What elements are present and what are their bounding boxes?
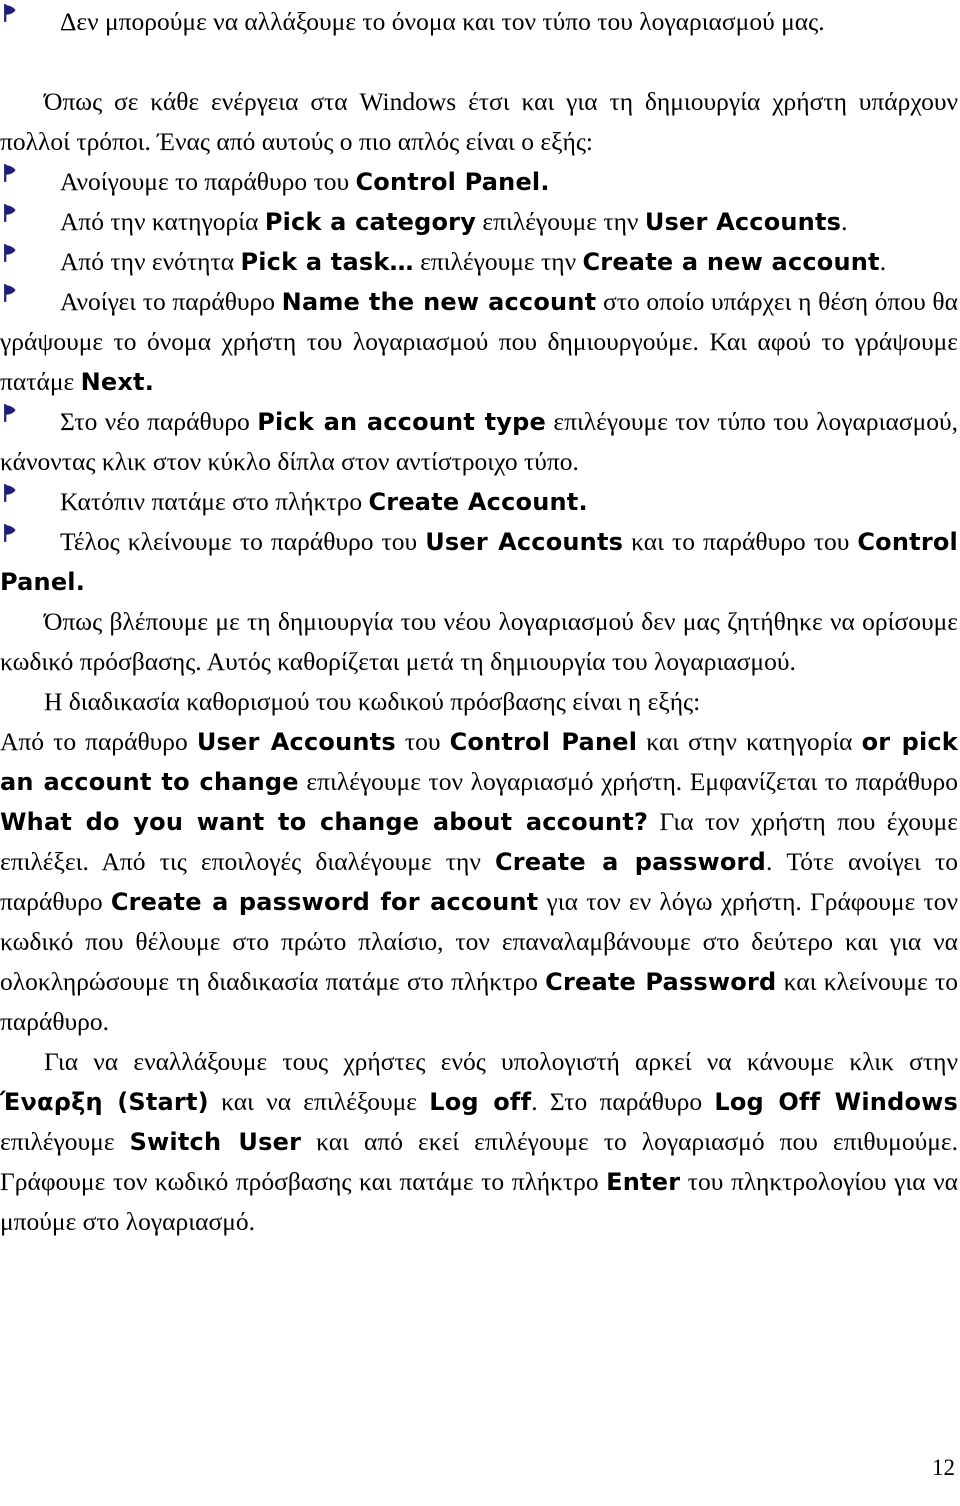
bullet-item-text: Δεν μπορούμε να αλλάξουμε το όνομα και τ… — [0, 2, 958, 42]
body-text-run: Όπως σε κάθε ενέργεια στα Windows έτσι κ… — [0, 87, 958, 156]
page-content: Δεν μπορούμε να αλλάξουμε το όνομα και τ… — [0, 2, 958, 1242]
paragraph: Όπως σε κάθε ενέργεια στα Windows έτσι κ… — [0, 82, 958, 162]
ui-term: Log Off Windows — [714, 1088, 958, 1116]
bullet-list-item: Ανοίγει το παράθυρο Name the new account… — [0, 282, 958, 402]
page-number: 12 — [932, 1455, 955, 1480]
bullet-list-item: Κατόπιν πατάμε στο πλήκτρο Create Accoun… — [0, 482, 958, 522]
bullet-list-item: Από την ενότητα Pick a task… επιλέγουμε … — [0, 242, 958, 282]
body-text-run: Η διαδικασία καθορισμού του κωδικού πρόσ… — [44, 687, 701, 716]
ui-term: Pick a task… — [240, 248, 414, 276]
ui-term: Create a new account — [582, 248, 880, 276]
body-text-run: επιλέγουμε την — [476, 207, 645, 236]
bullet-list-item: Τέλος κλείνουμε το παράθυρο του User Acc… — [0, 522, 958, 602]
paragraph: Για να εναλλάξουμε τους χρήστες ενός υπο… — [0, 1042, 958, 1242]
body-text-run: και να επιλέξουμε — [208, 1087, 430, 1116]
flag-bullet-icon — [1, 282, 19, 304]
body-text-run: Από την κατηγορία — [60, 207, 265, 236]
paragraph: Η διαδικασία καθορισμού του κωδικού πρόσ… — [0, 682, 958, 722]
ui-term: Pick a category — [264, 208, 477, 236]
bullet-list-item: Στο νέο παράθυρο Pick an account type επ… — [0, 402, 958, 482]
body-text-run: Στο νέο παράθυρο — [60, 407, 258, 436]
body-text-run: επιλέγουμε τον λογαριασμό χρήστη. Εμφανί… — [298, 767, 959, 796]
body-text-run: επιλέγουμε την — [413, 247, 583, 276]
body-text-run: επιλέγουμε — [0, 1127, 130, 1156]
body-text-run: Ανοίγουμε το παράθυρο του — [60, 167, 356, 196]
flag-bullet-icon — [1, 242, 19, 264]
ui-term: Next. — [80, 368, 155, 396]
ui-term: User Accounts — [644, 208, 842, 236]
ui-term: Create Password — [545, 968, 777, 996]
ui-term: Name the new account — [281, 288, 597, 316]
document-page: Δεν μπορούμε να αλλάξουμε το όνομα και τ… — [0, 0, 960, 1506]
flag-bullet-icon — [1, 202, 19, 224]
body-text-run: Τέλος κλείνουμε το παράθυρο του — [60, 527, 426, 556]
bullet-item-text: Τέλος κλείνουμε το παράθυρο του User Acc… — [0, 522, 958, 602]
body-text-run: Για να εναλλάξουμε τους χρήστες ενός υπο… — [44, 1047, 958, 1076]
vertical-spacer — [0, 42, 958, 82]
body-text-run: . — [879, 247, 887, 276]
ui-term: What do you want to change about account… — [0, 808, 649, 836]
body-text-run: του — [395, 727, 450, 756]
ui-term: Log off — [429, 1088, 532, 1116]
body-text-run: Από την ενότητα — [60, 247, 241, 276]
body-text-run: Όπως βλέπουμε με τη δημιουργία του νέου … — [0, 607, 958, 676]
flag-bullet-icon — [1, 2, 19, 24]
paragraph: Όπως βλέπουμε με τη δημιουργία του νέου … — [0, 602, 958, 682]
body-text-run: Ανοίγει το παράθυρο — [60, 287, 282, 316]
body-text-run: Δεν μπορούμε να αλλάξουμε το όνομα και τ… — [60, 7, 825, 36]
ui-term: Create a password — [494, 848, 766, 876]
flag-bullet-icon — [1, 482, 19, 504]
flag-bullet-icon — [1, 522, 19, 544]
flag-bullet-icon — [1, 162, 19, 184]
bullet-list-item: Από την κατηγορία Pick a category επιλέγ… — [0, 202, 958, 242]
ui-term: Control Panel. — [355, 168, 550, 196]
ui-term: Switch User — [129, 1128, 302, 1156]
bullet-item-text: Από την ενότητα Pick a task… επιλέγουμε … — [0, 242, 958, 282]
body-text-run: και στην κατηγορία — [637, 727, 862, 756]
bullet-item-text: Ανοίγει το παράθυρο Name the new account… — [0, 282, 958, 402]
flag-bullet-icon — [1, 402, 19, 424]
ui-term: Enter — [606, 1168, 681, 1196]
body-text-run: και το παράθυρο του — [623, 527, 858, 556]
body-text-run: Κατόπιν πατάμε στο πλήκτρο — [60, 487, 369, 516]
bullet-list-item: Ανοίγουμε το παράθυρο του Control Panel. — [0, 162, 958, 202]
paragraph: Από το παράθυρο User Accounts του Contro… — [0, 722, 958, 1042]
ui-term: Create Account. — [368, 488, 588, 516]
ui-term: Έναρξη (Start) — [0, 1088, 209, 1116]
bullet-item-text: Ανοίγουμε το παράθυρο του Control Panel. — [0, 162, 958, 202]
body-text-run: . Στο παράθυρο — [531, 1087, 715, 1116]
ui-term: Control Panel — [449, 728, 638, 756]
ui-term: User Accounts — [196, 728, 396, 756]
ui-term: Pick an account type — [257, 408, 546, 436]
bullet-item-text: Στο νέο παράθυρο Pick an account type επ… — [0, 402, 958, 482]
ui-term: User Accounts — [425, 528, 624, 556]
bullet-item-text: Από την κατηγορία Pick a category επιλέγ… — [0, 202, 958, 242]
body-text-run: Από το παράθυρο — [0, 727, 197, 756]
body-text-run: . — [841, 207, 848, 236]
bullet-list-item: Δεν μπορούμε να αλλάξουμε το όνομα και τ… — [0, 2, 958, 42]
ui-term: Create a password for account — [110, 888, 539, 916]
bullet-item-text: Κατόπιν πατάμε στο πλήκτρο Create Accoun… — [0, 482, 958, 522]
